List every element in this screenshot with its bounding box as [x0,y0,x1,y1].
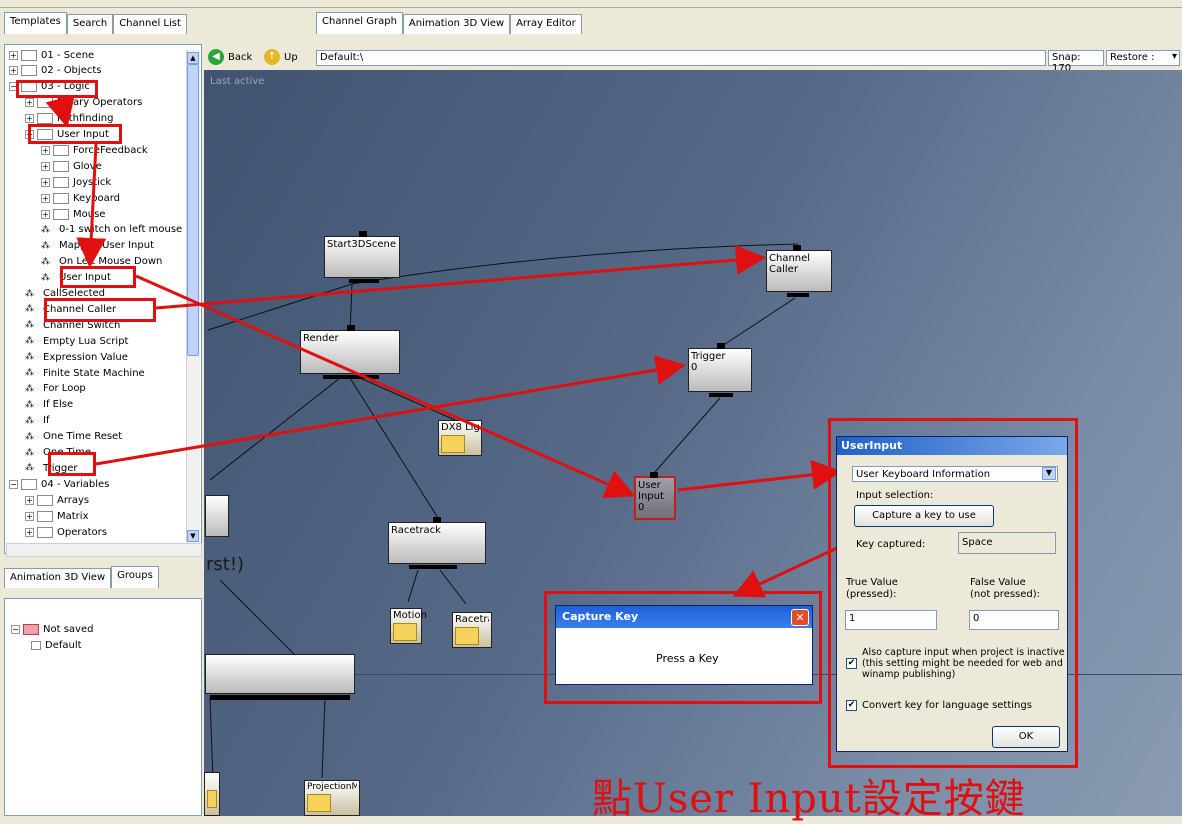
convert-key-checkbox[interactable]: ✔ [846,700,857,711]
close-icon[interactable]: ✕ [791,609,809,626]
input-type-dropdown[interactable]: User Keyboard Information ▼ [852,466,1058,482]
capture-key-message: Press a Key [656,652,719,665]
ok-button[interactable]: OK [992,726,1060,748]
also-capture-checkbox[interactable]: ✔ [846,658,857,669]
capture-key-button[interactable]: Capture a key to use [854,505,994,527]
also-capture-label: Also capture input when project is inact… [862,647,1065,680]
input-selection-label: Input selection: [856,490,934,501]
capture-key-title: Capture Key [556,606,812,628]
userinput-dialog-title: UserInput [837,437,1067,455]
true-value-label: True Value (pressed): [846,577,898,600]
dropdown-arrow-icon[interactable]: ▼ [1042,467,1056,480]
annotation-caption: 點User Input設定按鍵 [592,776,1026,822]
dropdown-value: User Keyboard Information [856,469,991,480]
key-captured-field: Space [958,532,1056,554]
false-value-label: False Value (not pressed): [970,577,1041,600]
false-value-input[interactable]: 0 [969,610,1059,630]
true-value-input[interactable]: 1 [845,610,937,630]
key-captured-label: Key captured: [856,539,926,550]
convert-key-label: Convert key for language settings [862,700,1032,711]
